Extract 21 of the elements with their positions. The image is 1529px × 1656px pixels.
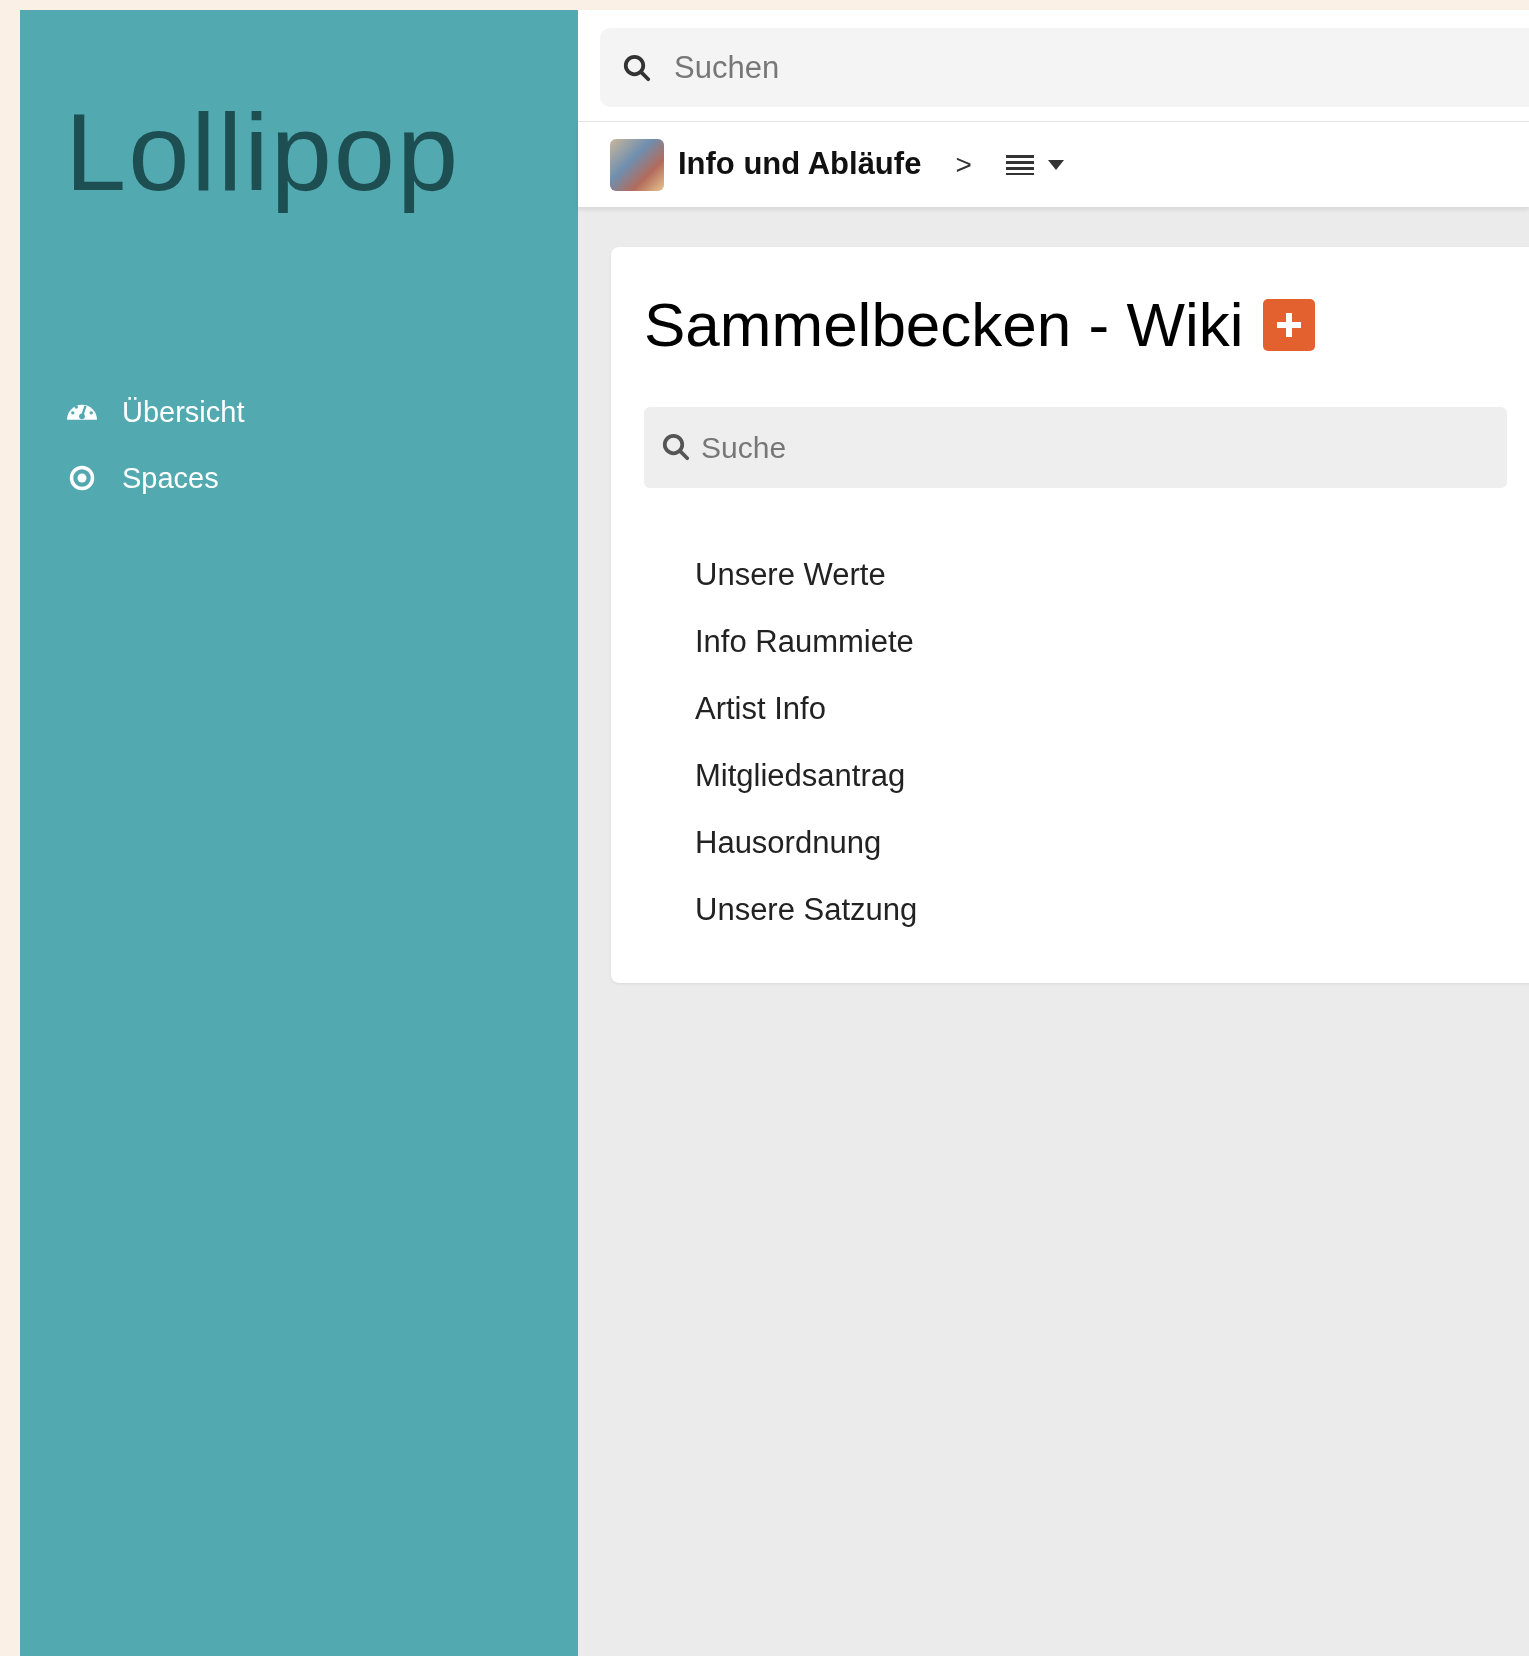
page-title: Sammelbecken - Wiki (644, 289, 1244, 361)
menu-icon (1005, 153, 1034, 176)
page-link[interactable]: Info Raummiete (695, 624, 914, 659)
menu-dropdown-button[interactable] (1005, 153, 1064, 176)
page-link[interactable]: Unsere Werte (695, 557, 886, 592)
search-icon (661, 432, 691, 462)
caret-icon (1047, 159, 1064, 170)
add-button[interactable] (1263, 299, 1316, 351)
search-icon (622, 53, 652, 83)
target-icon (69, 465, 95, 491)
search-field[interactable]: Suchen (600, 28, 1529, 107)
dashboard-icon (67, 404, 97, 420)
page-link[interactable]: Artist Info (695, 691, 826, 726)
page-link[interactable]: Unsere Satzung (695, 892, 918, 927)
plus-icon (1276, 312, 1303, 338)
breadcrumb-link[interactable]: Info und Abläufe (678, 141, 922, 188)
page-link[interactable]: Mitgliedsantrag (695, 758, 906, 793)
photo-placeholder (610, 138, 664, 191)
search-field[interactable]: Suche (644, 407, 1507, 488)
breadcrumb-separator: > (955, 147, 972, 182)
page-link[interactable]: Hausordnung (695, 825, 882, 860)
